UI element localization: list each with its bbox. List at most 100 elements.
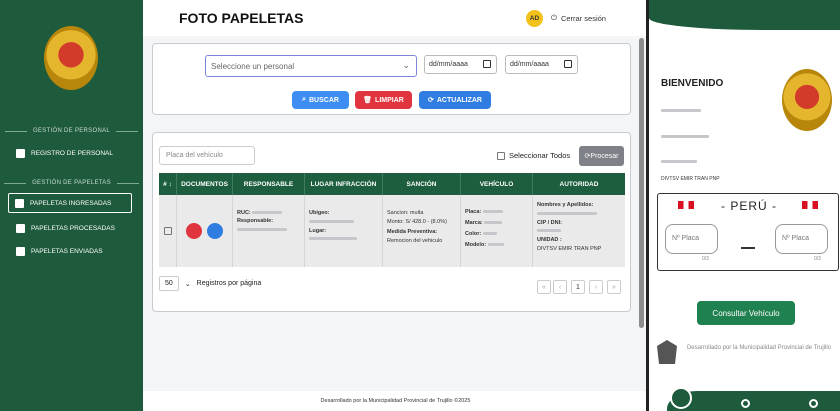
clipboard-icon [16, 246, 25, 256]
user-icon[interactable] [809, 399, 818, 408]
vehicle-plate-input[interactable]: Placa del vehículo [159, 146, 255, 165]
results-card: Placa del vehículo Seleccionar Todos ⟳ P… [152, 132, 631, 312]
document-icon[interactable] [670, 387, 692, 409]
plate-part1-count: 0/3 [702, 256, 709, 262]
last-page-button[interactable]: » [607, 280, 621, 294]
personal-select[interactable]: Seleccione un personal ⌄ [205, 55, 417, 77]
personal-select-placeholder: Seleccione un personal [211, 62, 295, 71]
monto-value: Monto: S/ 428.0 - (8.0%) [387, 219, 447, 226]
municipal-shield-icon [657, 340, 677, 364]
plate-country-title: - PERÚ - [721, 199, 777, 213]
document-icon [15, 198, 24, 208]
redacted-text [309, 237, 357, 241]
redacted-text [487, 243, 504, 247]
scrollbar[interactable] [639, 38, 644, 328]
col-index[interactable]: # ↕ [159, 173, 177, 195]
marca-label: Marca: [465, 220, 483, 226]
col-lugar[interactable]: LUGAR INFRACCIÓN [305, 173, 383, 195]
sidebar-item-label: PAPELETAS INGRESADAS [30, 199, 112, 207]
col-autoridad[interactable]: AUTORIDAD [533, 173, 625, 195]
documents-cell [177, 195, 233, 267]
sidebar: GESTIÓN DE PERSONAL REGISTRO DE PERSONAL… [0, 0, 143, 411]
row-checkbox[interactable] [163, 227, 172, 235]
sidebar-item-enviadas[interactable]: PAPELETAS ENVIADAS [10, 241, 134, 261]
id-card-icon [16, 148, 25, 158]
plate-part1-input[interactable]: Nº Placa [665, 224, 718, 254]
calendar-icon[interactable] [564, 60, 572, 68]
date-from-input[interactable]: dd/mm/aaaa [424, 55, 497, 74]
modelo-label: Modelo: [465, 242, 487, 248]
prev-page-button[interactable]: ‹ [553, 280, 567, 294]
sidebar-item-ingresadas[interactable]: PAPELETAS INGRESADAS [8, 193, 132, 213]
sidebar-item-registro[interactable]: REGISTRO DE PERSONAL [10, 143, 134, 163]
responsable-label: Responsable: [237, 218, 274, 225]
redacted-text [537, 211, 597, 215]
power-icon: ⏻ [551, 13, 557, 22]
chevron-down-icon: ⌄ [402, 60, 410, 70]
col-sancion[interactable]: SANCIÓN [383, 173, 461, 195]
date-to-input[interactable]: dd/mm/aaaa [505, 55, 578, 74]
chevron-down-icon: ⌄ [184, 280, 191, 288]
first-page-button[interactable]: « [537, 280, 551, 294]
responsable-cell: RUC: Responsable: [233, 195, 305, 267]
sancion-value: Sancion: multa [387, 210, 424, 216]
ruc-label: RUC: [237, 210, 251, 216]
page-size-select[interactable]: 50 [159, 276, 179, 291]
plate-dash [741, 247, 755, 249]
avatar[interactable]: AD [526, 10, 543, 27]
table-header: # ↕ DOCUMENTOS RESPONSABLE LUGAR INFRACC… [159, 173, 625, 195]
logout-button[interactable]: ⏻ Cerrar sesión [551, 13, 606, 23]
search-icon[interactable] [741, 399, 750, 408]
mobile-panel: BIENVENIDO DIVTSV EMIR TRAN PNP - PERÚ -… [649, 0, 840, 411]
buscar-label: BUSCAR [308, 96, 339, 104]
plate-search-box: - PERÚ - Nº Placa Nº Placa 0/3 0/3 [657, 193, 839, 271]
col-responsable[interactable]: RESPONSABLE [233, 173, 305, 195]
logout-label: Cerrar sesión [560, 13, 606, 23]
sancion-cell: Sancion: multa Monto: S/ 428.0 - (8.0%) … [383, 195, 461, 267]
nombres-label: Nombres y Apellidos: [537, 202, 594, 208]
section-personal-label: GESTIÓN DE PERSONAL [0, 128, 143, 134]
col-vehiculo[interactable]: VEHÍCULO [461, 173, 533, 195]
per-page-label: Registros por página [196, 280, 262, 287]
procesar-label: Procesar [590, 152, 619, 160]
calendar-icon[interactable] [483, 60, 491, 68]
next-page-button[interactable]: › [589, 280, 603, 294]
redacted-text [237, 227, 287, 231]
color-label: Color: [465, 231, 482, 237]
actualizar-button[interactable]: ⟳ ACTUALIZAR [419, 91, 491, 109]
user-info: DIVTSV EMIR TRAN PNP [661, 98, 720, 183]
unidad-label: UNIDAD : [537, 237, 562, 244]
sidebar-item-label: PAPELETAS PROCESADAS [31, 224, 115, 232]
redacted-text [252, 211, 283, 215]
redacted-text [482, 232, 497, 236]
limpiar-button[interactable]: 🗑 LIMPIAR [355, 91, 412, 109]
top-bar: FOTO PAPELETAS AD ⏻ Cerrar sesión [143, 0, 648, 36]
buscar-button[interactable]: ⌕ BUSCAR [292, 91, 349, 109]
footer-text: Desarrollado por la Municipalidad Provin… [143, 391, 648, 411]
sidebar-item-procesadas[interactable]: PAPELETAS PROCESADAS [10, 218, 134, 238]
select-all-label: Seleccionar Todos [509, 151, 571, 160]
lugar-label: Lugar: [309, 227, 327, 234]
welcome-title: BIENVENIDO [661, 78, 724, 89]
clipboard-icon [16, 223, 25, 233]
select-all-checkbox[interactable]: Seleccionar Todos [497, 151, 570, 160]
checkbox[interactable] [497, 151, 505, 160]
procesar-button[interactable]: ⟳ Procesar [579, 146, 624, 166]
ubigeo-label: Ubigeo: [309, 210, 330, 216]
unidad-value: DIVTSV EMIR TRAN PNP [537, 245, 602, 252]
redacted-text [484, 221, 503, 225]
unit-label: DIVTSV EMIR TRAN PNP [661, 175, 720, 182]
plate-part2-input[interactable]: Nº Placa [775, 224, 828, 254]
eye-icon[interactable] [207, 223, 223, 239]
filter-card: Seleccione un personal ⌄ dd/mm/aaaa dd/m… [152, 43, 631, 115]
placa-label: Placa: [465, 209, 482, 215]
medida-value: Remocion del vehiculo [387, 238, 443, 245]
medida-label: Medida Preventiva: [387, 228, 438, 235]
col-documentos[interactable]: DOCUMENTOS [177, 173, 233, 195]
redacted-text [482, 210, 503, 214]
page-size-control: 50 ⌄ Registros por página [159, 276, 261, 291]
consultar-vehiculo-button[interactable]: Consultar Vehículo [697, 301, 795, 325]
redacted-text [309, 219, 354, 223]
page-number[interactable]: 1 [571, 280, 585, 294]
pdf-icon[interactable] [186, 223, 202, 239]
